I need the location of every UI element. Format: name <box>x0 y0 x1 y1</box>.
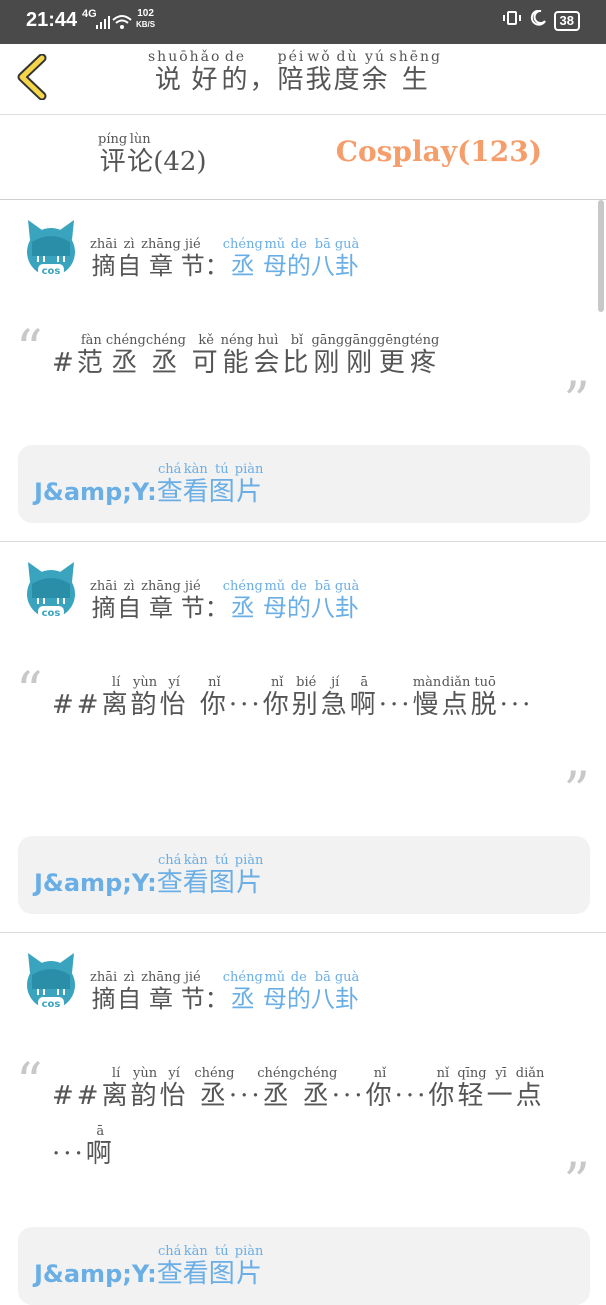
svg-text:cos: cos <box>42 266 61 277</box>
tab-comments-label: 评píng论lùn <box>98 132 154 177</box>
svg-text:cos: cos <box>42 608 61 619</box>
quote-close-icon: ” <box>563 762 590 822</box>
post-content: ##离lí韵yùn怡yí 你nǐ···你nǐ别bié急jí啊ā···慢màn点d… <box>52 675 534 720</box>
avatar[interactable]: cos <box>24 560 78 622</box>
quote-close-icon: ” <box>563 372 590 432</box>
tab-cosplay[interactable]: Cosplay(123) <box>336 135 542 168</box>
view-images-label: 查chá看kàn图tú片piàn <box>156 853 264 898</box>
status-bar: 21:44 4G 102 KB/S 38 <box>0 0 606 44</box>
author-name: J&amp;Y: <box>34 1260 157 1288</box>
back-button[interactable] <box>14 53 50 101</box>
source-chapter: 摘zhāi自zì章zhāng节jié：丞chéng母mǔ的de八bā卦guà <box>90 237 360 280</box>
tab-bar: 评píng论lùn(42) Cosplay(123) <box>0 114 606 200</box>
tab-comments[interactable]: 评píng论lùn(42) <box>98 132 207 178</box>
post-card: cos 摘zhāi自zì章zhāng节jié：丞chéng母mǔ的de八bā卦g… <box>0 542 606 932</box>
author-name: J&amp;Y: <box>34 478 157 506</box>
author-name: J&amp;Y: <box>34 869 157 897</box>
view-images-button[interactable]: J&amp;Y:查chá看kàn图tú片piàn <box>18 445 590 523</box>
wifi-icon <box>112 14 132 35</box>
chapter-link[interactable]: 丞chéng母mǔ的de八bā卦guà <box>223 970 359 1013</box>
battery-indicator: 38 <box>553 10 580 31</box>
quote-open-icon: “ <box>16 662 43 722</box>
view-images-button[interactable]: J&amp;Y:查chá看kàn图tú片piàn <box>18 1227 590 1305</box>
source-chapter: 摘zhāi自zì章zhāng节jié：丞chéng母mǔ的de八bā卦guà <box>90 970 360 1013</box>
post-content: #范fàn丞chéng丞chéng 可kě能néng会huì比bǐ刚gāng刚g… <box>52 333 440 378</box>
top-nav-bar: 说shuō好hǎo的de，陪péi我wǒ度dù余yú生shēng <box>0 44 606 114</box>
source-chapter: 摘zhāi自zì章zhāng节jié：丞chéng母mǔ的de八bā卦guà <box>90 579 360 622</box>
quote-close-icon: ” <box>563 1153 590 1213</box>
view-images-label: 查chá看kàn图tú片piàn <box>156 1244 264 1289</box>
tab-comments-count: (42) <box>153 147 207 177</box>
post-card: cos 摘zhāi自zì章zhāng节jié：丞chéng母mǔ的de八bā卦g… <box>0 200 606 542</box>
view-images-label: 查chá看kàn图tú片piàn <box>156 462 264 507</box>
svg-text:cos: cos <box>42 999 61 1010</box>
avatar[interactable]: cos <box>24 951 78 1013</box>
moon-icon <box>530 9 546 31</box>
vibrate-icon <box>502 10 522 31</box>
network-speed: 102 KB/S <box>136 8 156 29</box>
quote-open-icon: “ <box>16 1053 43 1113</box>
quote-open-icon: “ <box>16 320 43 380</box>
status-time: 21:44 <box>26 9 78 31</box>
chevron-left-icon <box>17 53 47 101</box>
avatar[interactable]: cos <box>24 218 78 280</box>
page-title: 说shuō好hǎo的de，陪péi我wǒ度dù余yú生shēng <box>148 49 442 95</box>
chapter-link[interactable]: 丞chéng母mǔ的de八bā卦guà <box>223 237 359 280</box>
post-card: cos 摘zhāi自zì章zhāng节jié：丞chéng母mǔ的de八bā卦g… <box>0 933 606 1305</box>
signal-icon <box>96 15 110 34</box>
chapter-link[interactable]: 丞chéng母mǔ的de八bā卦guà <box>223 579 359 622</box>
view-images-button[interactable]: J&amp;Y:查chá看kàn图tú片piàn <box>18 836 590 914</box>
network-type: 4G <box>82 8 97 20</box>
post-content: ##离lí韵yùn怡yí 丞chéng···丞chéng丞chéng···你nǐ… <box>52 1066 545 1169</box>
